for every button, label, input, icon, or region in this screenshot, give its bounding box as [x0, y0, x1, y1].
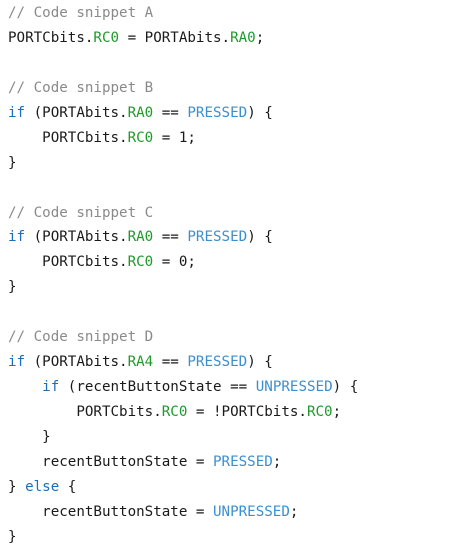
code-token-comment: // Code snippet B: [8, 79, 154, 96]
code-token-constant: UNPRESSED: [255, 379, 333, 396]
code-token-field: RA4: [127, 354, 154, 371]
code-token-keyword: if: [8, 104, 26, 121]
code-token-field: RA0: [230, 29, 256, 46]
code-token-plain: ) {: [247, 354, 273, 371]
code-token-plain: = !PORTCbits.: [187, 404, 307, 420]
code-token-constant: PRESSED: [187, 229, 248, 246]
code-token-plain: = 1;: [153, 129, 196, 146]
code-token-plain: (recentButtonState ==: [59, 379, 256, 396]
code-token-plain: }: [8, 279, 17, 296]
code-line: if (PORTAbits.RA0 == PRESSED) {: [8, 101, 358, 126]
code-token-comment: // Code snippet D: [8, 329, 154, 346]
code-token-comment: // Code snippet A: [8, 5, 154, 21]
code-token-plain: ;: [255, 29, 265, 46]
code-line: }: [8, 425, 358, 450]
code-token-field: RC0: [161, 404, 188, 420]
code-token-plain: ==: [153, 229, 188, 246]
code-token-plain: ) {: [247, 229, 273, 246]
code-token-plain: ) {: [247, 104, 273, 121]
code-line: PORTCbits.RC0 = 1;: [8, 126, 358, 151]
code-token-field: RC0: [306, 404, 333, 420]
code-token-plain: = 0;: [153, 254, 196, 271]
code-line: // Code snippet B: [8, 76, 358, 101]
code-line: // Code snippet D: [8, 325, 358, 350]
code-token-plain: PORTCbits.: [8, 129, 128, 146]
code-snippet-block: // Code snippet A PORTCbits.RC0 = PORTAbi…: [8, 1, 358, 550]
code-line: PORTCbits.RC0 = !PORTCbits.RC0;: [8, 400, 358, 425]
code-token-constant: UNPRESSED: [213, 503, 290, 520]
code-token-plain: ;: [272, 453, 282, 470]
code-token-plain: ;: [289, 503, 299, 520]
code-token-field: RA0: [127, 229, 154, 246]
code-token-constant: PRESSED: [187, 354, 248, 371]
code-token-plain: recentButtonState =: [8, 453, 213, 470]
code-token-plain: (PORTAbits.: [25, 229, 128, 246]
code-token-plain: = PORTAbits.: [119, 29, 231, 46]
code-line: // Code snippet A: [8, 1, 358, 26]
code-line: recentButtonState = UNPRESSED;: [8, 500, 358, 525]
code-token-plain: }: [8, 528, 17, 545]
code-line: // Code snippet C: [8, 201, 358, 226]
code-token-plain: ) {: [332, 379, 359, 396]
code-token-plain: ==: [153, 354, 188, 371]
code-line: } else {: [8, 475, 358, 500]
code-token-keyword: else: [25, 478, 60, 495]
code-token-plain: }: [8, 154, 17, 171]
code-token-plain: recentButtonState =: [8, 503, 213, 520]
code-token-keyword: if: [42, 379, 60, 396]
code-token-constant: PRESSED: [187, 104, 248, 121]
code-line: PORTCbits.RC0 = 0;: [8, 250, 358, 275]
code-token-plain: {: [59, 478, 77, 495]
code-token-field: RA0: [127, 104, 154, 121]
code-line: }: [8, 275, 358, 300]
code-token-plain: }: [8, 478, 26, 495]
code-token-field: RC0: [93, 29, 120, 46]
code-token-plain: }: [8, 428, 51, 445]
code-token-plain: (PORTAbits.: [25, 104, 128, 121]
code-token-comment: // Code snippet C: [8, 204, 154, 221]
code-line: }: [8, 151, 358, 176]
code-token-field: RC0: [127, 254, 154, 271]
code-line: }: [8, 525, 358, 550]
code-line: if (recentButtonState == UNPRESSED) {: [8, 375, 358, 400]
code-token-keyword: if: [8, 229, 26, 246]
code-line: if (PORTAbits.RA4 == PRESSED) {: [8, 350, 358, 375]
code-token-plain: (PORTAbits.: [25, 354, 128, 371]
code-token-keyword: if: [8, 354, 26, 371]
code-token-plain: PORTCbits.: [8, 29, 94, 46]
code-line: if (PORTAbits.RA0 == PRESSED) {: [8, 225, 358, 250]
code-token-field: RC0: [127, 129, 154, 146]
code-line: PORTCbits.RC0 = PORTAbits.RA0;: [8, 26, 358, 51]
code-token-constant: PRESSED: [213, 453, 273, 470]
code-token-plain: PORTCbits.: [8, 404, 162, 420]
code-token-plain: PORTCbits.: [8, 254, 128, 271]
code-line: recentButtonState = PRESSED;: [8, 450, 358, 475]
code-token-plain: ;: [332, 404, 342, 420]
code-token-plain: ==: [153, 104, 188, 121]
